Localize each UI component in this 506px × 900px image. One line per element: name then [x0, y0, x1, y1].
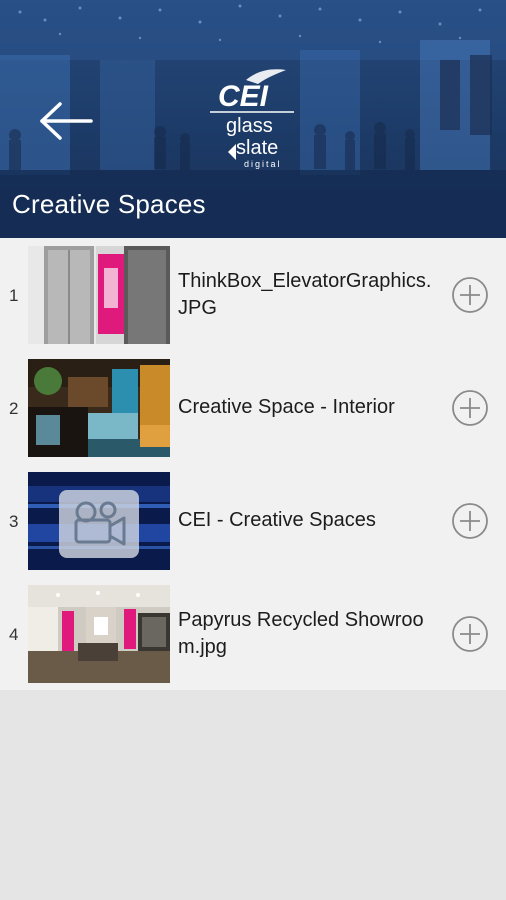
cei-glass-slate-logo: CEI glass slate digital [210, 69, 294, 169]
page-title: Creative Spaces [12, 188, 206, 219]
item-thumbnail[interactable] [28, 472, 170, 570]
item-label[interactable]: CEI - Creative Spaces [178, 464, 436, 577]
interior-photo [28, 359, 170, 457]
add-circle-icon[interactable] [451, 615, 489, 653]
list-item[interactable]: 2 Creative Space - Interior [0, 351, 506, 464]
showroom-photo [28, 585, 170, 683]
item-label[interactable]: ThinkBox_ElevatorGraphics.JPG [178, 238, 436, 351]
item-label[interactable]: Papyrus Recycled Showroom.jpg [178, 577, 436, 690]
item-label[interactable]: Creative Space - Interior [178, 351, 436, 464]
media-list: 1 ThinkBox_ElevatorGraphics.JPG 2 Creati… [0, 238, 506, 690]
back-button[interactable] [30, 92, 102, 150]
item-thumbnail[interactable] [28, 585, 170, 683]
svg-text:glass: glass [226, 115, 273, 137]
list-item[interactable]: 3 CEI - Creative Spaces [0, 464, 506, 577]
item-thumbnail[interactable] [28, 359, 170, 457]
arrow-left-icon [40, 102, 93, 140]
item-thumbnail[interactable] [28, 246, 170, 344]
header-banner: CEI glass slate digital Creative Spaces [0, 0, 506, 238]
empty-area [0, 690, 506, 900]
title-bar: Creative Spaces [0, 170, 506, 238]
item-number: 2 [9, 399, 19, 418]
item-number: 3 [9, 512, 19, 531]
add-circle-icon[interactable] [451, 389, 489, 427]
svg-text:digital: digital [244, 159, 282, 169]
video-thumbnail [28, 472, 170, 570]
item-number: 1 [9, 286, 19, 305]
elevator-photo [28, 246, 170, 344]
list-item[interactable]: 1 ThinkBox_ElevatorGraphics.JPG [0, 238, 506, 351]
svg-text:slate: slate [236, 137, 278, 159]
svg-text:CEI: CEI [218, 80, 269, 113]
add-circle-icon[interactable] [451, 276, 489, 314]
add-circle-icon[interactable] [451, 502, 489, 540]
list-item[interactable]: 4 Papyrus Recycled Showroom.jpg [0, 577, 506, 690]
item-number: 4 [9, 625, 19, 644]
